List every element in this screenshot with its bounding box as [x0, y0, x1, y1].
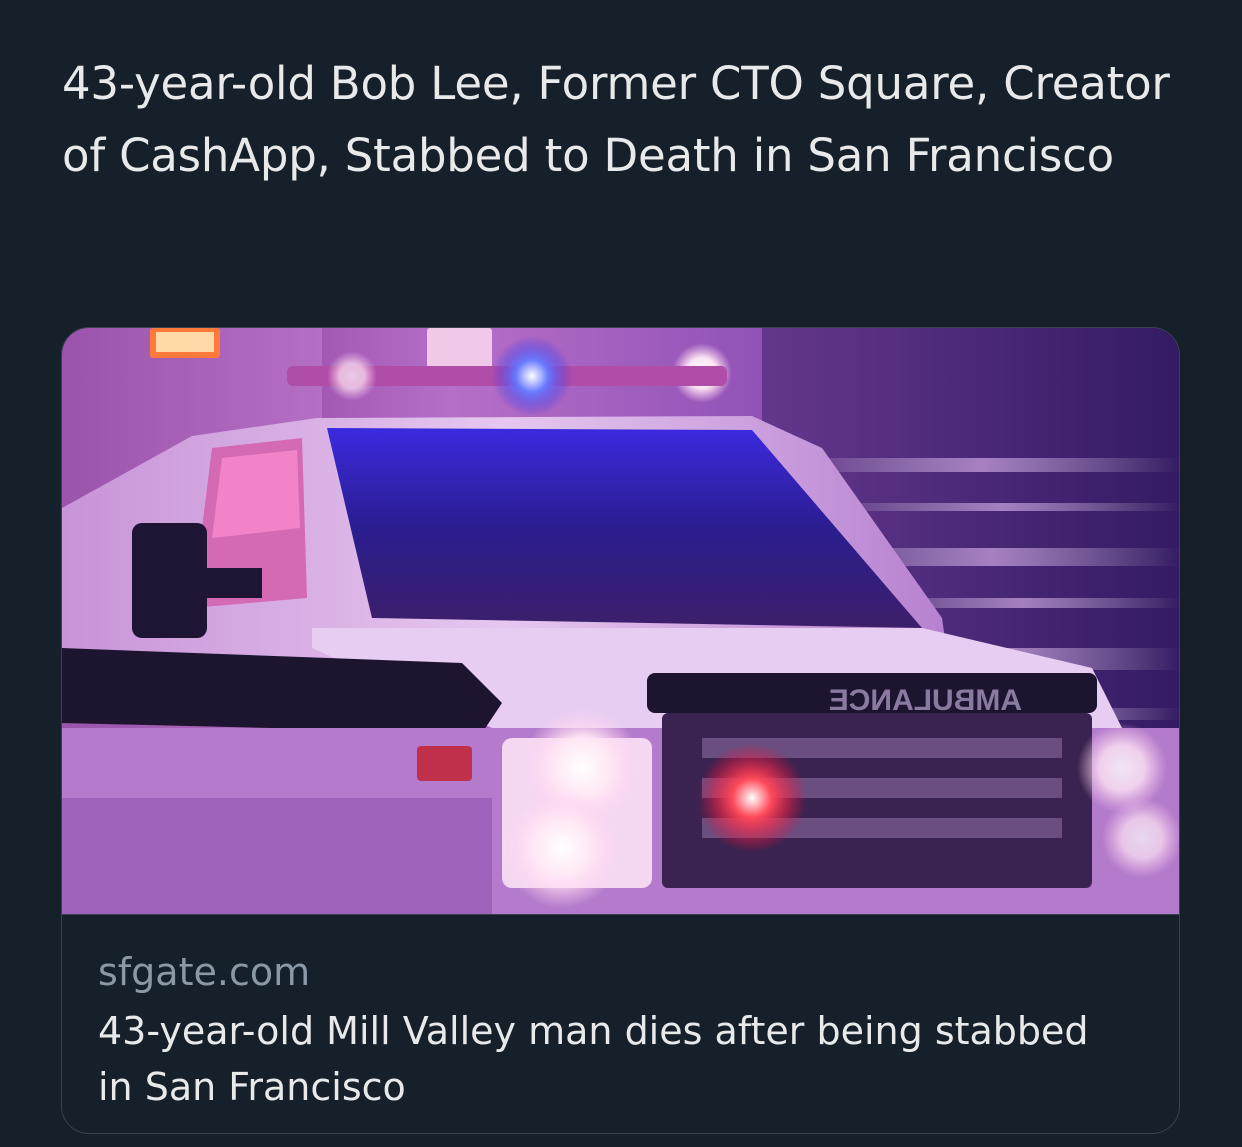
link-preview-card[interactable]: AMBULANCE sfgate.com 43-year-old Mill Va… [61, 327, 1180, 1134]
ambulance-hood-text: AMBULANCE [829, 684, 1022, 717]
tweet-text: 43-year-old Bob Lee, Former CTO Square, … [62, 57, 1170, 182]
card-domain: sfgate.com [98, 950, 311, 994]
card-footer[interactable]: sfgate.com 43-year-old Mill Valley man d… [62, 914, 1179, 1133]
card-title: 43-year-old Mill Valley man dies after b… [98, 1009, 1089, 1109]
card-image-ambulance[interactable]: AMBULANCE [62, 328, 1180, 914]
